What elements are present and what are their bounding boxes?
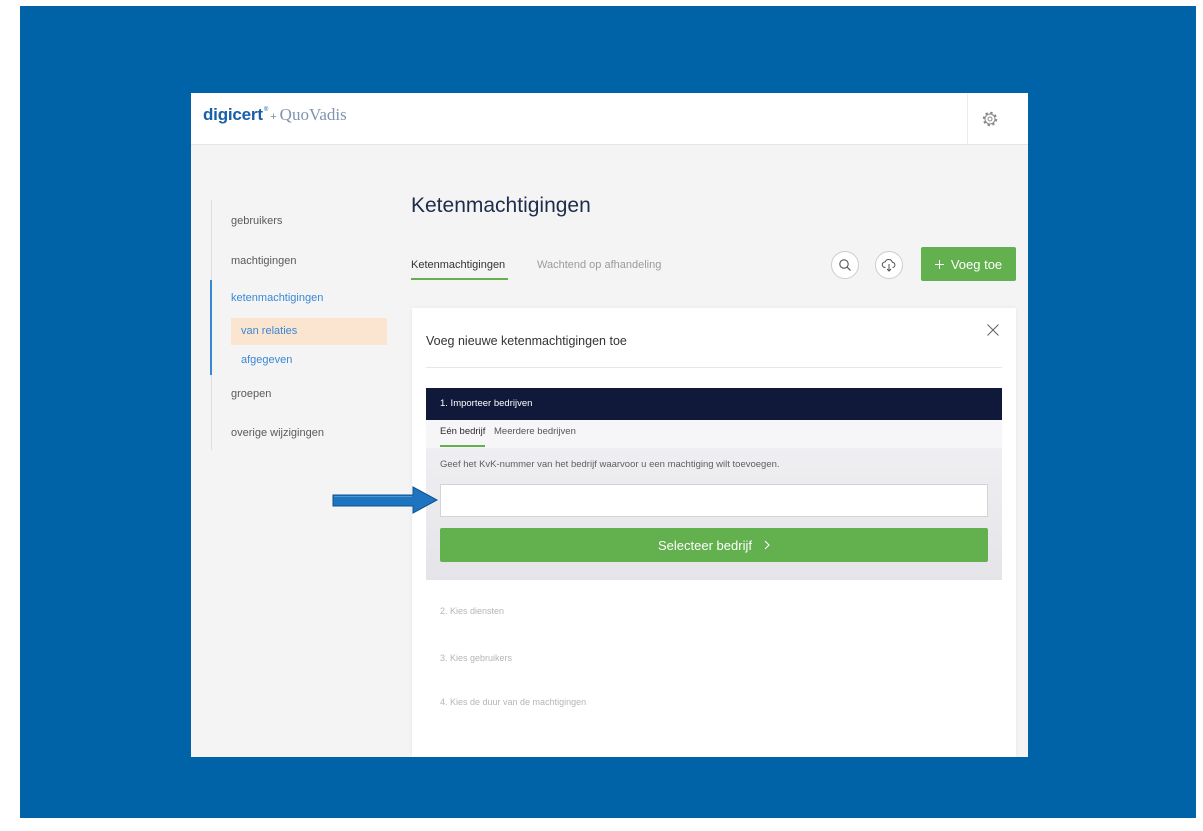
sidebar-item-machtigingen[interactable]: machtigingen (231, 254, 296, 268)
logo-secondary: QuoVadis (279, 105, 347, 124)
gear-icon (982, 111, 998, 127)
step-1-header[interactable]: 1. Importeer bedrijven (426, 388, 1002, 420)
app-header: digicert ® + QuoVadis (191, 93, 1028, 145)
dialog-title: Voeg nieuwe ketenmachtigingen toe (426, 334, 627, 348)
sidebar-active-indicator (210, 280, 212, 375)
plus-icon (934, 259, 944, 269)
sidebar-item-gebruikers[interactable]: gebruikers (231, 214, 282, 228)
sidebar-subitem-afgegeven[interactable]: afgegeven (231, 347, 387, 374)
page-title: Ketenmachtigingen (411, 194, 591, 217)
cloud-download-icon (881, 259, 896, 272)
tab-meerdere-bedrijven[interactable]: Meerdere bedrijven (494, 425, 576, 439)
select-company-label: Selecteer bedrijf (658, 537, 752, 553)
close-icon (987, 324, 999, 336)
app-window: digicert ® + QuoVadis gebruikers machtig… (191, 93, 1028, 757)
sidebar-subitem-van-relaties[interactable]: van relaties (231, 318, 387, 345)
tab-wachtend-op-afhandeling[interactable]: Wachtend op afhandeling (537, 258, 661, 272)
close-button[interactable] (986, 323, 1000, 337)
tab-een-bedrijf[interactable]: Eén bedrijf (440, 425, 485, 439)
step-4-header: 4. Kies de duur van de machtigingen (440, 697, 587, 707)
add-dialog: Voeg nieuwe ketenmachtigingen toe 1. Imp… (412, 308, 1016, 757)
chevron-right-icon (764, 540, 770, 550)
add-button[interactable]: Voeg toe (921, 247, 1016, 281)
add-button-label: Voeg toe (950, 256, 1003, 272)
arrow-right-icon (332, 486, 439, 514)
search-icon (839, 259, 851, 271)
step-2-header: 2. Kies diensten (440, 606, 505, 616)
subtab-active-underline (440, 445, 485, 447)
sidebar-item-ketenmachtigingen[interactable]: ketenmachtigingen (231, 291, 323, 305)
tab-active-underline (411, 278, 508, 280)
tab-ketenmachtigingen[interactable]: Ketenmachtigingen (411, 258, 505, 272)
header-divider (967, 93, 968, 145)
kvk-instruction: Geef het KvK-nummer van het bedrijf waar… (440, 459, 780, 470)
logo-primary: digicert (203, 105, 263, 124)
dialog-divider (426, 367, 1002, 368)
sidebar-item-groepen[interactable]: groepen (231, 387, 271, 401)
logo[interactable]: digicert ® + QuoVadis (203, 105, 347, 131)
settings-button[interactable] (978, 107, 1002, 131)
logo-plus: + (270, 111, 277, 123)
download-button[interactable] (875, 251, 903, 279)
kvk-input[interactable] (440, 484, 988, 517)
sidebar-item-overige-wijzigingen[interactable]: overige wijzigingen (231, 426, 324, 440)
select-company-button[interactable]: Selecteer bedrijf (440, 528, 988, 562)
step-1-body: Eén bedrijf Meerdere bedrijven Geef het … (426, 420, 1002, 580)
logo-registered-mark: ® (263, 107, 269, 113)
search-button[interactable] (831, 251, 859, 279)
import-tabs: Eén bedrijf Meerdere bedrijven (426, 420, 1002, 448)
step-3-header: 3. Kies gebruikers (440, 653, 513, 663)
